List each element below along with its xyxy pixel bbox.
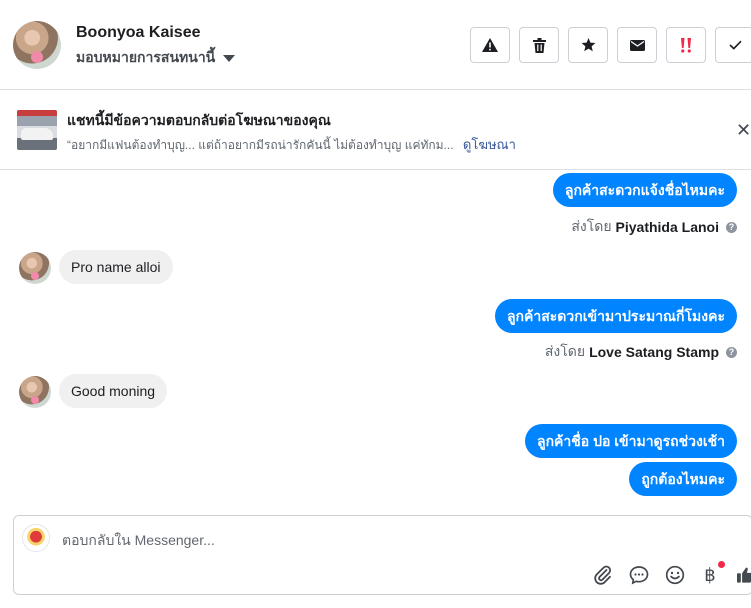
- smiley-icon: [665, 565, 685, 585]
- page-avatar: [22, 524, 50, 552]
- baht-icon: ฿: [704, 564, 716, 586]
- spam-button[interactable]: [666, 27, 706, 63]
- contact-avatar-small[interactable]: [19, 376, 51, 408]
- contact-avatar-small[interactable]: [19, 252, 51, 284]
- sent-by-prefix: ส่งโดย: [544, 343, 586, 359]
- check-icon: [728, 40, 742, 50]
- ad-snippet-text: “อยากมีแฟนต้องทำบุญ... แต่ถ้าอยากมีรถน่า…: [67, 138, 454, 152]
- mail-button[interactable]: [617, 27, 657, 63]
- sender-name: Piyathida Lanoi: [615, 219, 719, 235]
- like-button[interactable]: [734, 564, 751, 586]
- close-icon[interactable]: ✕: [736, 121, 751, 139]
- warning-icon: [482, 38, 498, 52]
- chat-bubble-icon: [629, 566, 649, 585]
- sender-name: Love Satang Stamp: [589, 344, 719, 360]
- warning-button[interactable]: [470, 27, 510, 63]
- delete-button[interactable]: [519, 27, 559, 63]
- caret-down-icon: [223, 54, 236, 62]
- star-icon: [581, 38, 595, 52]
- emoji-button[interactable]: [664, 564, 686, 586]
- sent-by-label: ส่งโดย Piyathida Lanoi ?: [571, 216, 737, 238]
- thumbs-up-icon: [736, 567, 751, 583]
- info-icon[interactable]: ?: [726, 221, 737, 233]
- outgoing-message[interactable]: ถูกต้องไหมคะ: [629, 462, 737, 496]
- contact-name[interactable]: Boonyoa Kaisee: [76, 24, 200, 42]
- paperclip-icon: [594, 565, 612, 585]
- contact-avatar[interactable]: [13, 21, 61, 69]
- ad-banner-title: แชทนี้มีข้อความตอบกลับต่อโฆษณาของคุณ: [67, 112, 331, 128]
- star-button[interactable]: [568, 27, 608, 63]
- outgoing-message[interactable]: ลูกค้าสะดวกแจ้งชื่อไหมคะ: [552, 173, 737, 207]
- ad-snippet: “อยากมีแฟนต้องทำบุญ... แต่ถ้าอยากมีรถน่า…: [67, 134, 516, 155]
- saved-replies-button[interactable]: [628, 564, 650, 586]
- payment-button[interactable]: ฿: [699, 561, 725, 586]
- attach-button[interactable]: [592, 564, 614, 586]
- sent-by-prefix: ส่งโดย: [571, 218, 612, 234]
- sent-by-label: ส่งโดย Love Satang Stamp ?: [545, 341, 737, 363]
- header-actions: [470, 27, 751, 63]
- notification-dot: [718, 561, 725, 568]
- assign-label: มอบหมายการสนทนานี้: [76, 49, 216, 65]
- assign-conversation-dropdown[interactable]: มอบหมายการสนทนานี้: [76, 47, 236, 69]
- envelope-icon: [629, 39, 645, 51]
- double-exclamation-icon: [681, 37, 691, 53]
- outgoing-message[interactable]: ลูกค้าสะดวกเข้ามาประมาณกี่โมงคะ: [494, 299, 737, 333]
- info-icon[interactable]: ?: [726, 346, 737, 358]
- view-ad-link[interactable]: ดูโฆษณา: [463, 137, 516, 152]
- outgoing-message[interactable]: ลูกค้าชื่อ ปอ เข้ามาดูรถช่วงเช้า: [524, 424, 737, 458]
- trash-icon: [532, 37, 546, 53]
- reply-input[interactable]: [62, 530, 662, 550]
- incoming-message[interactable]: Pro name alloi: [59, 250, 173, 284]
- incoming-message[interactable]: Good moning: [59, 374, 168, 408]
- done-button[interactable]: [715, 27, 751, 63]
- ad-thumbnail[interactable]: [17, 110, 57, 150]
